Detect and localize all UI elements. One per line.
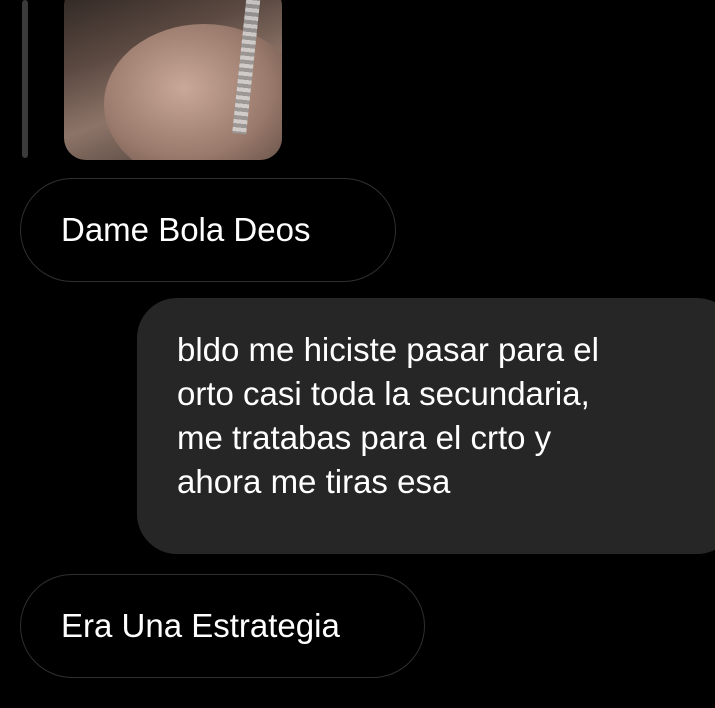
message-text-line: ahora me tiras esa [177,463,451,500]
message-text-line: bldo me hiciste pasar para el [177,331,599,368]
message-text: Era Una Estrategia [61,607,340,644]
reply-indicator-bar [22,0,28,158]
shared-photo[interactable] [64,0,282,160]
chat-thread: Dame Bola Deos bldo me hiciste pasar par… [0,0,715,708]
message-text-line: orto casi toda la secundaria, [177,375,590,412]
message-bubble-sent[interactable]: bldo me hiciste pasar para el orto casi … [137,298,715,554]
message-text-line: me tratabas para el crto y [177,419,552,456]
message-text: Dame Bola Deos [61,211,311,248]
message-bubble-received[interactable]: Dame Bola Deos [20,178,396,282]
message-bubble-received[interactable]: Era Una Estrategia [20,574,425,678]
